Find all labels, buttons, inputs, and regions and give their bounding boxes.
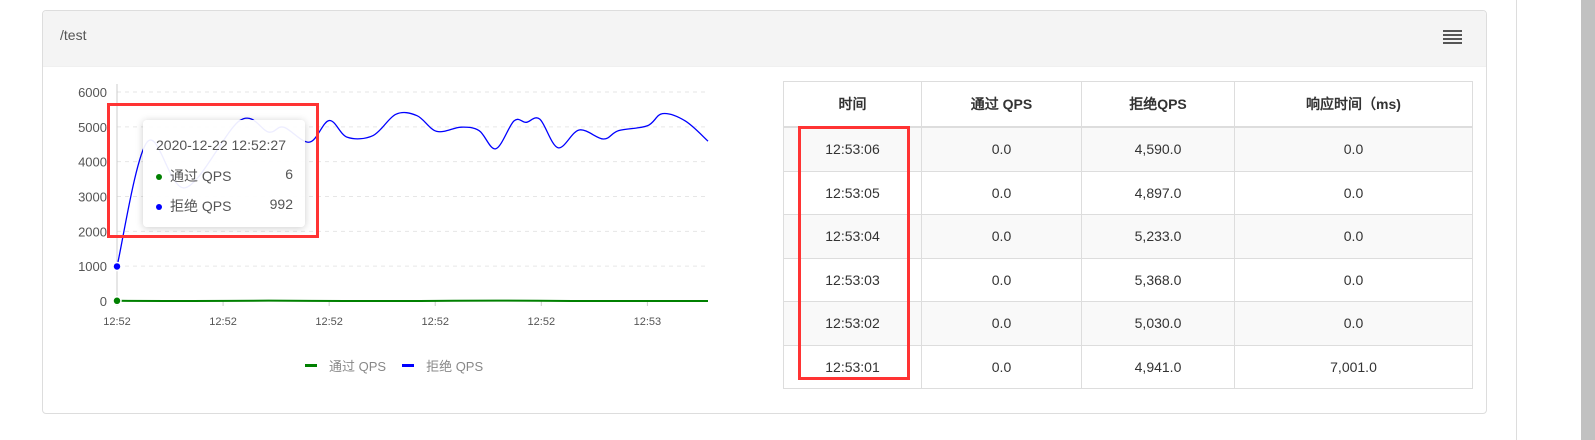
- tooltip-value: 992: [269, 196, 293, 212]
- cell-block-qps: 4,941.0: [1081, 344, 1235, 389]
- table-row: 12:53:01 0.0 4,941.0 7,001.0: [783, 344, 1473, 389]
- tooltip-row-block: 拒绝 QPS 992: [156, 196, 293, 214]
- table-row: 12:53:02 0.0 5,030.0 0.0: [783, 301, 1473, 346]
- cell-pass-qps: 0.0: [921, 170, 1082, 215]
- cell-rt: 0.0: [1234, 126, 1473, 172]
- legend-swatch-icon: [402, 364, 415, 367]
- legend-swatch-icon: [305, 364, 317, 367]
- pass-dot-icon: [156, 174, 162, 181]
- y-tick-label: 0: [100, 294, 107, 309]
- table-row: 12:53:04 0.0 5,233.0 0.0: [783, 214, 1473, 259]
- y-tick-label: 6000: [78, 85, 107, 100]
- header-block-qps: 拒绝QPS: [1081, 81, 1235, 128]
- legend-item-pass[interactable]: 通过 QPS: [305, 356, 386, 375]
- table-row: 12:53:05 0.0 4,897.0 0.0: [783, 170, 1473, 215]
- legend-label: 拒绝 QPS: [426, 359, 484, 374]
- data-point-block: [112, 261, 122, 272]
- cell-block-qps: 5,233.0: [1081, 214, 1235, 259]
- tooltip-label: 拒绝 QPS: [170, 198, 232, 214]
- legend-item-block[interactable]: 拒绝 QPS: [402, 356, 483, 375]
- table-row: 12:53:03 0.0 5,368.0 0.0: [783, 257, 1473, 302]
- block-dot-icon: [156, 204, 162, 211]
- cell-rt: 0.0: [1234, 301, 1473, 346]
- scrollbar[interactable]: [1581, 0, 1595, 440]
- table-row: 12:53:06 0.0 4,590.0 0.0: [783, 126, 1473, 172]
- cell-time: 12:53:04: [783, 214, 922, 259]
- cell-pass-qps: 0.0: [921, 126, 1082, 172]
- y-tick-label: 5000: [78, 120, 107, 135]
- x-tick-label: 12:53: [634, 316, 662, 328]
- x-tick-label: 12:52: [528, 316, 556, 328]
- cell-time: 12:53:02: [783, 301, 922, 346]
- cell-rt: 0.0: [1234, 170, 1473, 215]
- menu-icon[interactable]: [1443, 30, 1462, 44]
- cell-pass-qps: 0.0: [921, 214, 1082, 259]
- cell-time: 12:53:03: [783, 257, 922, 302]
- cell-pass-qps: 0.0: [921, 344, 1082, 389]
- tooltip-title: 2020-12-22 12:52:27: [156, 137, 286, 153]
- chart-tooltip: 2020-12-22 12:52:27 通过 QPS 6 拒绝 QPS 992: [143, 120, 305, 227]
- x-tick-label: 12:52: [421, 316, 449, 328]
- cell-pass-qps: 0.0: [921, 301, 1082, 346]
- cell-time: 12:53:06: [783, 126, 922, 172]
- cell-time: 12:53:01: [783, 344, 922, 389]
- data-point-pass: [112, 296, 122, 306]
- x-tick-label: 12:52: [315, 316, 343, 328]
- cell-time: 12:53:05: [783, 170, 922, 215]
- qps-table: 时间 通过 QPS 拒绝QPS 响应时间（ms) 12:53:06 0.0 4,59…: [783, 81, 1473, 389]
- legend-label: 通过 QPS: [329, 359, 387, 374]
- cell-pass-qps: 0.0: [921, 257, 1082, 302]
- cell-rt: 7,001.0: [1234, 344, 1473, 389]
- header-pass-qps: 通过 QPS: [921, 81, 1082, 128]
- header-time: 时间: [783, 81, 922, 128]
- y-tick-label: 4000: [78, 155, 107, 170]
- cell-rt: 0.0: [1234, 214, 1473, 259]
- y-tick-label: 2000: [78, 224, 107, 239]
- y-tick-label: 3000: [78, 190, 107, 205]
- qps-line-chart: 0 1000 2000 3000 4000 5000 6000 12:52 12:52 12:52…: [78, 84, 709, 328]
- tooltip-value: 6: [285, 166, 293, 182]
- x-tick-label: 12:52: [209, 316, 237, 328]
- cell-block-qps: 4,897.0: [1081, 170, 1235, 215]
- cell-block-qps: 5,030.0: [1081, 301, 1235, 346]
- cell-rt: 0.0: [1234, 257, 1473, 302]
- x-tick-label: 12:52: [103, 316, 131, 328]
- tooltip-label: 通过 QPS: [170, 168, 232, 184]
- header-rt: 响应时间（ms): [1234, 81, 1473, 128]
- tooltip-row-pass: 通过 QPS 6: [156, 166, 293, 184]
- y-tick-label: 1000: [78, 259, 107, 274]
- chart-legend: 通过 QPS 拒绝 QPS: [305, 356, 483, 375]
- cell-block-qps: 5,368.0: [1081, 257, 1235, 302]
- page-divider: [1516, 0, 1517, 440]
- cell-block-qps: 4,590.0: [1081, 126, 1235, 172]
- table-header-row: 时间 通过 QPS 拒绝QPS 响应时间（ms): [783, 81, 1473, 128]
